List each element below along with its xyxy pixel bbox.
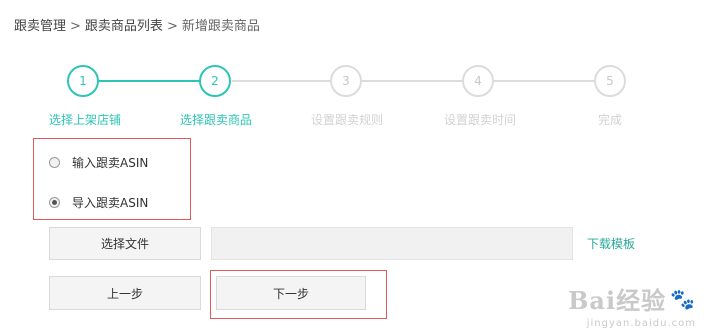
step-1-circle: 1: [67, 65, 99, 97]
step-3-number: 3: [342, 74, 350, 88]
step-5-label: 完成: [597, 113, 623, 127]
file-path-field[interactable]: [211, 227, 573, 260]
paw-icon: 🐾: [670, 286, 696, 311]
step-connector-3: [362, 80, 462, 82]
next-step-button[interactable]: 下一步: [216, 276, 366, 310]
step-1-number: 1: [79, 74, 87, 88]
watermark: Bai经验 🐾 jingyan.baidu.com: [568, 281, 696, 329]
step-2-label: 选择跟卖商品: [179, 113, 253, 127]
breadcrumb-separator: >: [166, 19, 178, 34]
step-4-label: 设置跟卖时间: [443, 113, 517, 127]
breadcrumb: 跟卖管理 > 跟卖商品列表 > 新增跟卖商品: [14, 15, 260, 34]
radio-input-asin-label[interactable]: 输入跟卖ASIN: [72, 154, 148, 171]
step-5-circle: 5: [594, 65, 626, 97]
step-4-number: 4: [474, 74, 482, 88]
choose-file-button[interactable]: 选择文件: [49, 227, 201, 260]
download-template-link[interactable]: 下载模板: [587, 235, 635, 252]
breadcrumb-current: 新增跟卖商品: [181, 19, 260, 34]
prev-step-button[interactable]: 上一步: [49, 276, 201, 310]
step-3-circle: 3: [330, 65, 362, 97]
step-connector-1: [98, 80, 200, 82]
step-4-circle: 4: [462, 65, 494, 97]
watermark-url: jingyan.baidu.com: [586, 318, 696, 329]
watermark-brand: Bai经验: [568, 286, 667, 315]
step-2-number: 2: [211, 74, 219, 88]
step-connector-2: [232, 80, 330, 82]
breadcrumb-root[interactable]: 跟卖管理: [14, 19, 66, 34]
radio-button-checked[interactable]: [49, 197, 60, 208]
breadcrumb-parent[interactable]: 跟卖商品列表: [85, 19, 163, 34]
radio-button[interactable]: [49, 157, 60, 168]
radio-import-asin[interactable]: 导入跟卖ASIN: [49, 194, 148, 211]
step-5-number: 5: [606, 74, 614, 88]
step-connector-4: [494, 80, 594, 82]
radio-input-asin[interactable]: 输入跟卖ASIN: [49, 154, 148, 171]
step-3-label: 设置跟卖规则: [310, 113, 384, 127]
breadcrumb-separator: >: [70, 19, 81, 34]
radio-import-asin-label[interactable]: 导入跟卖ASIN: [72, 194, 148, 211]
step-2-circle: 2: [199, 65, 231, 97]
step-1-label: 选择上架店铺: [48, 113, 122, 127]
